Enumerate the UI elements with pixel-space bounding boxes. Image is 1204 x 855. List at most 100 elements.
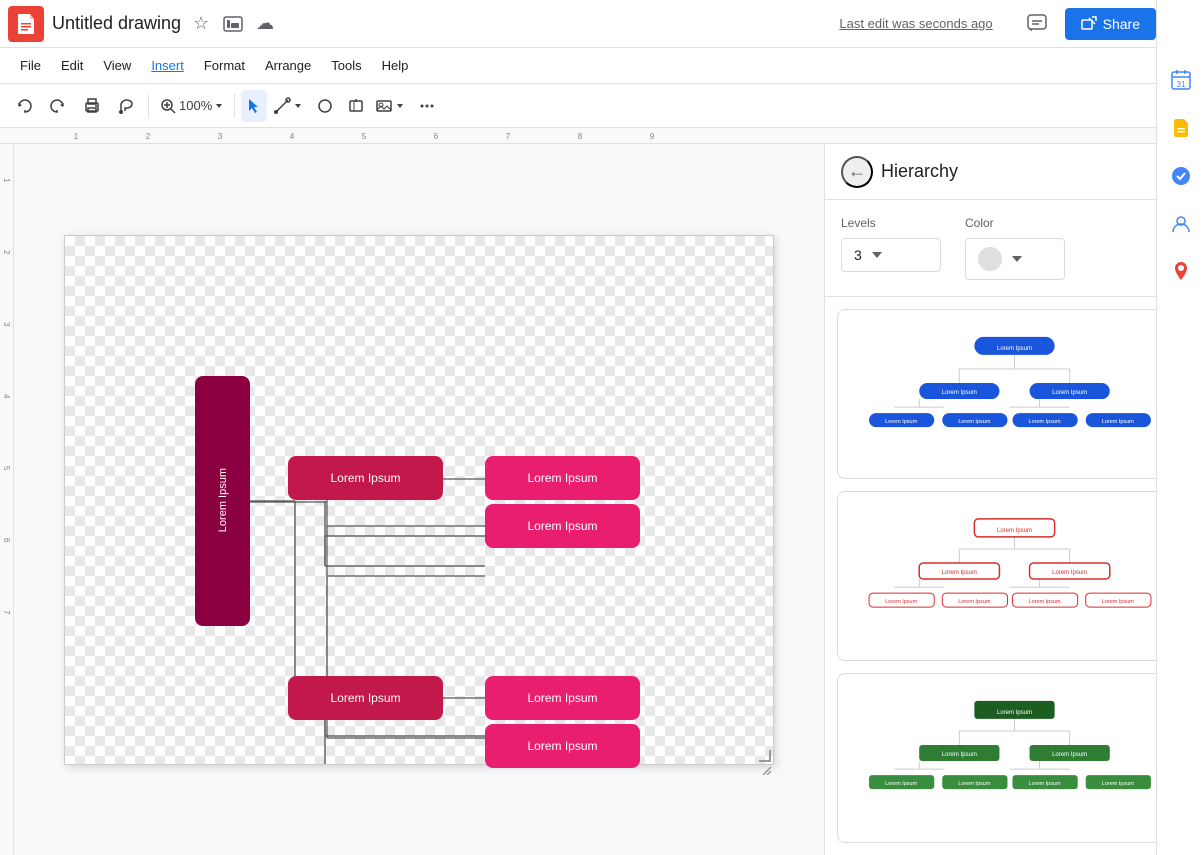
panel-title: Hierarchy	[881, 161, 1156, 182]
mid2-label: Lorem Ipsum	[330, 691, 400, 705]
google-maps-icon[interactable]	[1161, 252, 1201, 292]
panel-back-button[interactable]: ←	[841, 156, 873, 188]
menu-edit[interactable]: Edit	[53, 54, 91, 77]
app-icon	[8, 6, 44, 42]
zoom-selector[interactable]: 100%	[155, 90, 228, 122]
menu-format[interactable]: Format	[196, 54, 253, 77]
svg-text:Lorem Ipsum: Lorem Ipsum	[1102, 781, 1135, 787]
right-sidebar: 31	[1156, 0, 1204, 855]
svg-text:Lorem Ipsum: Lorem Ipsum	[1052, 752, 1087, 758]
svg-text:Lorem Ipsum: Lorem Ipsum	[1102, 599, 1135, 605]
ruler-left: 1 2 3 4 5 6 7	[0, 144, 14, 855]
leaf4-label: Lorem Ipsum	[527, 739, 597, 753]
cursor-tool[interactable]	[241, 90, 267, 122]
ruler-mark: 3	[184, 132, 256, 143]
hierarchy-mid-node-2[interactable]: Lorem Ipsum	[288, 676, 443, 720]
ruler-top: 1 2 3 4 5 6 7 8 9	[0, 128, 1204, 144]
color-label: Color	[965, 216, 1065, 230]
leaf2-label: Lorem Ipsum	[527, 519, 597, 533]
levels-label: Levels	[841, 216, 941, 230]
google-tasks-icon[interactable]	[1161, 156, 1201, 196]
ruler-left-mark: 4	[0, 360, 13, 432]
menubar: File Edit View Insert Format Arrange Too…	[0, 48, 1204, 84]
menu-file[interactable]: File	[12, 54, 49, 77]
star-icon[interactable]: ☆	[189, 12, 213, 36]
ruler-mark: 1	[40, 132, 112, 143]
toolbar-sep-1	[148, 94, 149, 118]
ruler-mark: 5	[328, 132, 400, 143]
doc-action-icons: ☆ ☁	[189, 12, 277, 36]
google-contacts-icon[interactable]	[1161, 204, 1201, 244]
color-preview	[978, 247, 1002, 271]
google-keep-icon[interactable]	[1161, 108, 1201, 148]
levels-value: 3	[854, 247, 862, 263]
leaf1-label: Lorem Ipsum	[527, 471, 597, 485]
svg-text:Lorem Ipsum: Lorem Ipsum	[1029, 599, 1062, 605]
cloud-save-icon[interactable]: ☁	[253, 12, 277, 36]
hierarchy-leaf-node-2[interactable]: Lorem Ipsum	[485, 504, 640, 548]
templates-list: Lorem Ipsum Lorem Ipsum Lorem Ipsum Lore…	[825, 297, 1204, 855]
ruler-left-mark: 7	[0, 576, 13, 648]
comment-button[interactable]	[1017, 4, 1057, 44]
svg-text:Lorem Ipsum: Lorem Ipsum	[885, 599, 918, 605]
zoom-value: 100%	[179, 98, 212, 113]
undo-button[interactable]	[8, 90, 40, 122]
ruler-mark: 8	[544, 132, 616, 143]
levels-control: Levels 3	[841, 216, 941, 280]
google-calendar-icon[interactable]: 31	[1161, 60, 1201, 100]
paint-format-button[interactable]	[110, 90, 142, 122]
textbox-tool[interactable]	[343, 90, 369, 122]
menu-arrange[interactable]: Arrange	[257, 54, 319, 77]
hierarchy-mid-node-1[interactable]: Lorem Ipsum	[288, 456, 443, 500]
svg-text:Lorem Ipsum: Lorem Ipsum	[1102, 419, 1135, 425]
share-button[interactable]: Share	[1065, 8, 1156, 40]
last-edit-status: Last edit was seconds ago	[839, 16, 992, 31]
hierarchy-leaf-node-1[interactable]: Lorem Ipsum	[485, 456, 640, 500]
svg-text:Lorem Ipsum: Lorem Ipsum	[958, 419, 991, 425]
ruler-left-mark: 1	[0, 144, 13, 216]
svg-text:Lorem Ipsum: Lorem Ipsum	[942, 752, 977, 758]
levels-selector[interactable]: 3	[841, 238, 941, 272]
template-card-blue[interactable]: Lorem Ipsum Lorem Ipsum Lorem Ipsum Lore…	[837, 309, 1192, 479]
mid1-label: Lorem Ipsum	[330, 471, 400, 485]
template-card-outline[interactable]: Lorem Ipsum Lorem Ipsum Lorem Ipsum Lore…	[837, 491, 1192, 661]
menu-insert[interactable]: Insert	[143, 54, 192, 77]
svg-text:Lorem Ipsum: Lorem Ipsum	[997, 346, 1032, 352]
svg-text:Lorem Ipsum: Lorem Ipsum	[1029, 419, 1062, 425]
save-to-drive-icon[interactable]	[221, 12, 245, 36]
hierarchy-leaf-node-3[interactable]: Lorem Ipsum	[485, 676, 640, 720]
more-tools-button[interactable]	[411, 90, 443, 122]
svg-text:Lorem Ipsum: Lorem Ipsum	[942, 390, 977, 396]
menu-help[interactable]: Help	[374, 54, 417, 77]
ruler-mark: 6	[400, 132, 472, 143]
ruler-mark: 9	[616, 132, 688, 143]
svg-text:Lorem Ipsum: Lorem Ipsum	[997, 528, 1032, 534]
canvas-area[interactable]: 1 2 3 4 5 6 7	[0, 144, 824, 855]
ruler-left-mark: 6	[0, 504, 13, 576]
line-tool[interactable]	[269, 90, 307, 122]
ruler-left-mark: 2	[0, 216, 13, 288]
ruler-left-mark: 5	[0, 432, 13, 504]
svg-text:Lorem Ipsum: Lorem Ipsum	[997, 710, 1032, 716]
hierarchy-leaf-node-4[interactable]: Lorem Ipsum	[485, 724, 640, 768]
hierarchy-root-node[interactable]: Lorem Ipsum	[195, 376, 250, 626]
svg-text:Lorem Ipsum: Lorem Ipsum	[1052, 570, 1087, 576]
svg-text:Lorem Ipsum: Lorem Ipsum	[958, 599, 991, 605]
print-button[interactable]	[76, 90, 108, 122]
drawing-canvas[interactable]: Lorem Ipsum Lorem Ipsum Lorem Ipsum Lore…	[64, 235, 774, 765]
image-tool[interactable]	[371, 90, 409, 122]
color-selector[interactable]	[965, 238, 1065, 280]
redo-button[interactable]	[42, 90, 74, 122]
template-card-green[interactable]: Lorem Ipsum Lorem Ipsum Lorem Ipsum Lore…	[837, 673, 1192, 843]
color-control: Color	[965, 216, 1065, 280]
svg-text:Lorem Ipsum: Lorem Ipsum	[1052, 390, 1087, 396]
shape-tool[interactable]	[309, 90, 341, 122]
svg-text:Lorem Ipsum: Lorem Ipsum	[885, 419, 918, 425]
panel-controls: Levels 3 Color	[825, 200, 1204, 297]
ruler-mark: 7	[472, 132, 544, 143]
menu-view[interactable]: View	[95, 54, 139, 77]
ruler-mark: 2	[112, 132, 184, 143]
canvas-resize-handle[interactable]	[759, 750, 771, 762]
menu-tools[interactable]: Tools	[323, 54, 369, 77]
main-content: 1 2 3 4 5 6 7	[0, 144, 1204, 855]
